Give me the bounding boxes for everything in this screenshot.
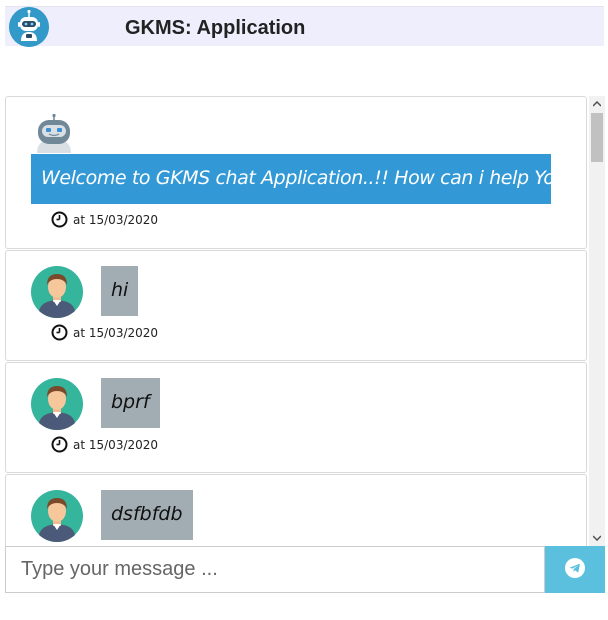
app-header: GKMS: Application — [5, 6, 604, 47]
message-input[interactable] — [5, 546, 545, 593]
message-timestamp: at 15/03/2020 — [51, 324, 158, 341]
message-timestamp: at 15/03/2020 — [51, 436, 158, 453]
chat-scrollbar[interactable] — [589, 96, 605, 546]
user-message-text: dsfbfdb — [101, 490, 193, 540]
clock-icon — [51, 211, 68, 228]
timestamp-text: at 15/03/2020 — [73, 212, 159, 227]
timestamp-text: at 15/03/2020 — [73, 325, 159, 340]
user-message-card: bprf at 15/03/2020 — [5, 362, 587, 473]
clock-icon — [51, 324, 68, 341]
user-message-card: hi at 15/03/2020 — [5, 250, 587, 361]
user-avatar-icon — [31, 378, 83, 430]
scroll-up-arrow-icon[interactable] — [589, 96, 605, 112]
chat-messages-area[interactable]: Welcome to GKMS chat Application..!! How… — [5, 96, 589, 546]
user-message-text: bprf — [101, 378, 160, 428]
user-message-text: hi — [101, 266, 139, 316]
message-composer — [5, 546, 605, 593]
bot-message-card: Welcome to GKMS chat Application..!! How… — [5, 96, 587, 249]
robot-icon — [9, 7, 49, 47]
scroll-down-arrow-icon[interactable] — [589, 530, 605, 546]
user-avatar-icon — [31, 490, 83, 542]
timestamp-text: at 15/03/2020 — [73, 437, 159, 452]
page-title: GKMS: Application — [125, 17, 306, 39]
message-timestamp: at 15/03/2020 — [51, 211, 158, 228]
robot-icon — [34, 113, 74, 153]
user-avatar-icon — [31, 266, 83, 318]
clock-icon — [51, 436, 68, 453]
send-button[interactable] — [545, 546, 605, 593]
user-message-card: dsfbfdb — [5, 474, 587, 546]
scrollbar-thumb[interactable] — [591, 113, 603, 162]
telegram-send-icon — [565, 558, 585, 581]
bot-message-text: Welcome to GKMS chat Application..!! How… — [31, 154, 567, 204]
